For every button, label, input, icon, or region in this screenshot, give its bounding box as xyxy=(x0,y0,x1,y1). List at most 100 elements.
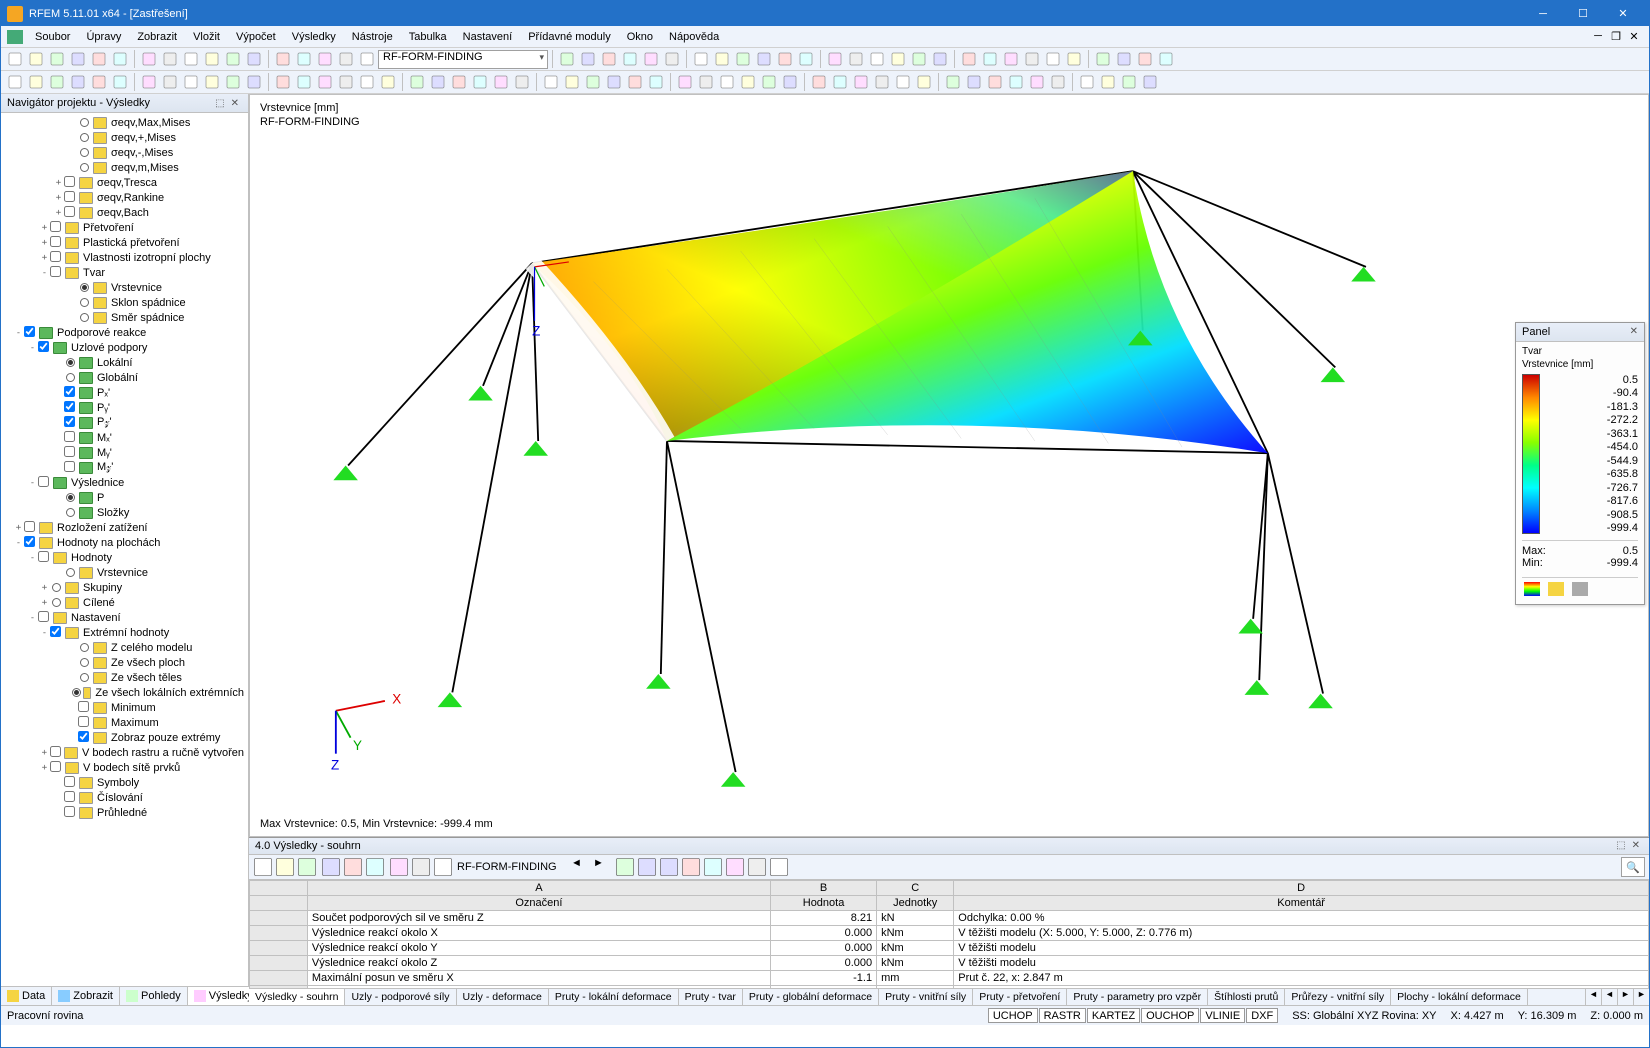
tree-radio[interactable] xyxy=(64,491,77,504)
menu-okno[interactable]: Okno xyxy=(619,29,661,45)
mdi-minimize-icon[interactable]: ─ xyxy=(1589,30,1607,43)
tree-item[interactable]: Ze všech ploch xyxy=(1,655,248,670)
results-tab[interactable]: Průřezy - vnitřní síly xyxy=(1285,989,1391,1005)
tree-item[interactable]: Minimum xyxy=(1,700,248,715)
toolbar-button[interactable] xyxy=(491,72,511,92)
tree-checkbox[interactable] xyxy=(64,191,75,202)
model-canvas[interactable]: X Y Z Z xyxy=(250,95,1648,836)
tree-checkbox[interactable] xyxy=(64,206,75,217)
mdi-close-icon[interactable]: ✕ xyxy=(1625,30,1643,43)
tree-item[interactable]: -Hodnoty xyxy=(1,550,248,565)
results-tab[interactable]: Výsledky - souhrn xyxy=(249,989,345,1005)
tree-item[interactable]: σeqv,Max,Mises xyxy=(1,115,248,130)
tree-item[interactable]: +V bodech rastru a ručně vytvořen xyxy=(1,745,248,760)
tree-item[interactable]: Sklon spádnice xyxy=(1,295,248,310)
toolbar-button[interactable] xyxy=(696,72,716,92)
toolbar-button[interactable] xyxy=(562,72,582,92)
menu-úpravy[interactable]: Úpravy xyxy=(78,29,129,45)
toolbar-button[interactable] xyxy=(357,49,377,69)
toolbar-button[interactable] xyxy=(625,72,645,92)
tree-checkbox[interactable] xyxy=(78,731,89,742)
menu-vložit[interactable]: Vložit xyxy=(185,29,228,45)
tree-checkbox[interactable] xyxy=(50,266,61,277)
menu-soubor[interactable]: Soubor xyxy=(27,29,78,45)
tree-item[interactable]: P𝓏' xyxy=(1,415,248,430)
table-row[interactable]: Maximální posun ve směru X-1.1mmPrut č. … xyxy=(250,971,1649,986)
tree-checkbox[interactable] xyxy=(64,416,75,427)
results-tab[interactable]: Pruty - parametry pro vzpěr xyxy=(1067,989,1208,1005)
nav-tab-views[interactable]: Pohledy xyxy=(120,987,188,1005)
nav-tab-display[interactable]: Zobrazit xyxy=(52,987,120,1005)
menu-nastavení[interactable]: Nastavení xyxy=(455,29,521,45)
toolbar-button[interactable] xyxy=(139,72,159,92)
results-toolbar-button[interactable] xyxy=(253,857,273,877)
toolbar-button[interactable] xyxy=(47,72,67,92)
tree-checkbox[interactable] xyxy=(38,551,49,562)
tab-scroll-icon[interactable]: ◄ xyxy=(1585,989,1601,1005)
tree-item[interactable]: σeqv,-,Mises xyxy=(1,145,248,160)
tree-checkbox[interactable] xyxy=(64,806,75,817)
tree-item[interactable]: Pₓ' xyxy=(1,385,248,400)
tree-item[interactable]: Globální xyxy=(1,370,248,385)
maximize-button[interactable]: ☐ xyxy=(1563,1,1603,26)
tree-item[interactable]: σeqv,+,Mises xyxy=(1,130,248,145)
results-toolbar-button[interactable] xyxy=(297,857,317,877)
toolbar-button[interactable] xyxy=(336,72,356,92)
tree-radio[interactable] xyxy=(50,581,63,594)
results-toolbar-button[interactable] xyxy=(637,857,657,877)
toolbar-button[interactable] xyxy=(273,49,293,69)
tree-item[interactable]: Číslování xyxy=(1,790,248,805)
tree-radio[interactable] xyxy=(64,356,77,369)
snap-toggle[interactable]: UCHOP xyxy=(988,1008,1038,1023)
results-tab[interactable]: Uzly - podporové síly xyxy=(345,989,456,1005)
table-row[interactable]: Výslednice reakcí okolo X0.000kNmV těžiš… xyxy=(250,926,1649,941)
toolbar-button[interactable] xyxy=(26,49,46,69)
toolbar-button[interactable] xyxy=(5,49,25,69)
toolbar-button[interactable] xyxy=(68,72,88,92)
toolbar-button[interactable] xyxy=(851,72,871,92)
next-icon[interactable]: ► xyxy=(593,857,613,877)
toolbar-button[interactable] xyxy=(449,72,469,92)
results-toolbar-button[interactable] xyxy=(275,857,295,877)
table-row[interactable]: Výslednice reakcí okolo Z0.000kNmV těžiš… xyxy=(250,956,1649,971)
snap-toggle[interactable]: VLINIE xyxy=(1200,1008,1245,1023)
toolbar-button[interactable] xyxy=(89,49,109,69)
tree-item[interactable]: +V bodech sítě prvků xyxy=(1,760,248,775)
tree-item[interactable]: -Uzlové podpory xyxy=(1,340,248,355)
tree-item[interactable]: M𝓏' xyxy=(1,460,248,475)
toolbar-button[interactable] xyxy=(160,49,180,69)
tree-item[interactable]: +Vlastnosti izotropní plochy xyxy=(1,250,248,265)
toolbar-button[interactable] xyxy=(202,72,222,92)
toolbar-button[interactable] xyxy=(68,49,88,69)
tree-radio[interactable] xyxy=(78,161,91,174)
snap-toggle[interactable]: DXF xyxy=(1246,1008,1278,1023)
toolbar-button[interactable] xyxy=(641,49,661,69)
tree-item[interactable]: Z celého modelu xyxy=(1,640,248,655)
results-close-icon[interactable]: ✕ xyxy=(1629,840,1643,852)
toolbar-button[interactable] xyxy=(160,72,180,92)
tree-radio[interactable] xyxy=(72,686,81,699)
toolbar-button[interactable] xyxy=(943,72,963,92)
tree-checkbox[interactable] xyxy=(78,701,89,712)
toolbar-button[interactable] xyxy=(244,72,264,92)
view-3d[interactable]: Vrstevnice [mm] RF-FORM-FINDING xyxy=(249,94,1649,837)
tree-radio[interactable] xyxy=(78,146,91,159)
toolbar-button[interactable] xyxy=(825,49,845,69)
toolbar-button[interactable] xyxy=(775,49,795,69)
toolbar-button[interactable] xyxy=(780,72,800,92)
tree-checkbox[interactable] xyxy=(38,341,49,352)
toolbar-button[interactable] xyxy=(336,49,356,69)
menu-nástroje[interactable]: Nástroje xyxy=(344,29,401,45)
tree-item[interactable]: σeqv,m,Mises xyxy=(1,160,248,175)
results-toolbar-button[interactable] xyxy=(365,857,385,877)
toolbar-button[interactable] xyxy=(1093,49,1113,69)
tab-scroll-icon[interactable]: ► xyxy=(1633,989,1649,1005)
navigator-tree[interactable]: σeqv,Max,Misesσeqv,+,Misesσeqv,-,Misesσe… xyxy=(1,113,248,986)
toolbar-button[interactable] xyxy=(428,72,448,92)
toolbar-button[interactable] xyxy=(583,72,603,92)
results-tab[interactable]: Pruty - přetvoření xyxy=(973,989,1067,1005)
close-button[interactable]: ✕ xyxy=(1603,1,1643,26)
snap-toggle[interactable]: RASTR xyxy=(1039,1008,1086,1023)
tree-checkbox[interactable] xyxy=(24,536,35,547)
toolbar-button[interactable] xyxy=(738,72,758,92)
